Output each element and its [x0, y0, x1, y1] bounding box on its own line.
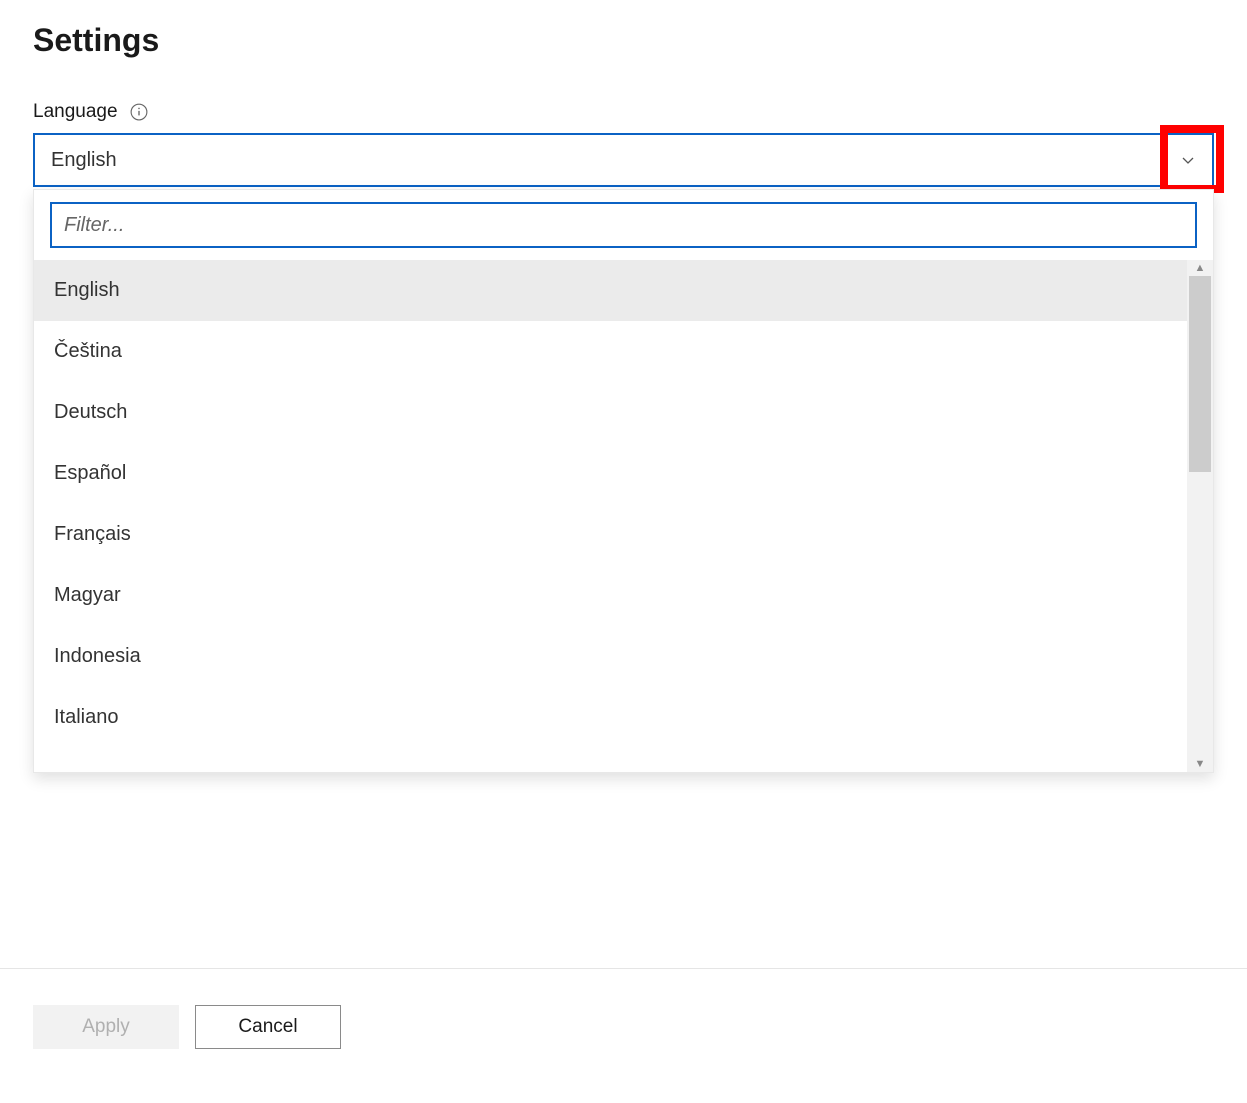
filter-wrap — [34, 190, 1213, 260]
footer-divider — [0, 968, 1247, 969]
language-option[interactable]: Indonesia — [34, 626, 1187, 687]
scroll-thumb[interactable] — [1189, 276, 1211, 472]
scroll-up-icon[interactable]: ▲ — [1187, 260, 1213, 276]
options-scroll: English Čeština Deutsch Español Français… — [34, 260, 1213, 772]
language-option[interactable]: Magyar — [34, 565, 1187, 626]
page-title: Settings — [0, 0, 1247, 59]
language-option[interactable]: English — [34, 260, 1187, 321]
options-list: English Čeština Deutsch Español Français… — [34, 260, 1187, 772]
filter-input[interactable] — [50, 202, 1197, 248]
scrollbar[interactable]: ▲ ▼ — [1187, 260, 1213, 772]
chevron-down-icon — [1180, 152, 1196, 168]
language-option[interactable]: Français — [34, 504, 1187, 565]
cancel-button[interactable]: Cancel — [195, 1005, 341, 1049]
language-option[interactable]: Deutsch — [34, 382, 1187, 443]
language-option[interactable]: Español — [34, 443, 1187, 504]
info-icon[interactable] — [130, 103, 148, 121]
language-option[interactable]: Čeština — [34, 321, 1187, 382]
language-select-wrapper: English English Čeština Deutsch Español … — [33, 133, 1214, 187]
footer-buttons: Apply Cancel — [33, 1005, 341, 1049]
apply-button[interactable]: Apply — [33, 1005, 179, 1049]
scroll-down-icon[interactable]: ▼ — [1187, 756, 1213, 772]
language-select-value: English — [51, 149, 117, 172]
language-option[interactable]: Italiano — [34, 687, 1187, 748]
language-label-row: Language — [0, 59, 1247, 123]
language-label: Language — [33, 101, 118, 123]
language-select[interactable]: English — [33, 133, 1214, 187]
language-dropdown: English Čeština Deutsch Español Français… — [33, 189, 1214, 773]
